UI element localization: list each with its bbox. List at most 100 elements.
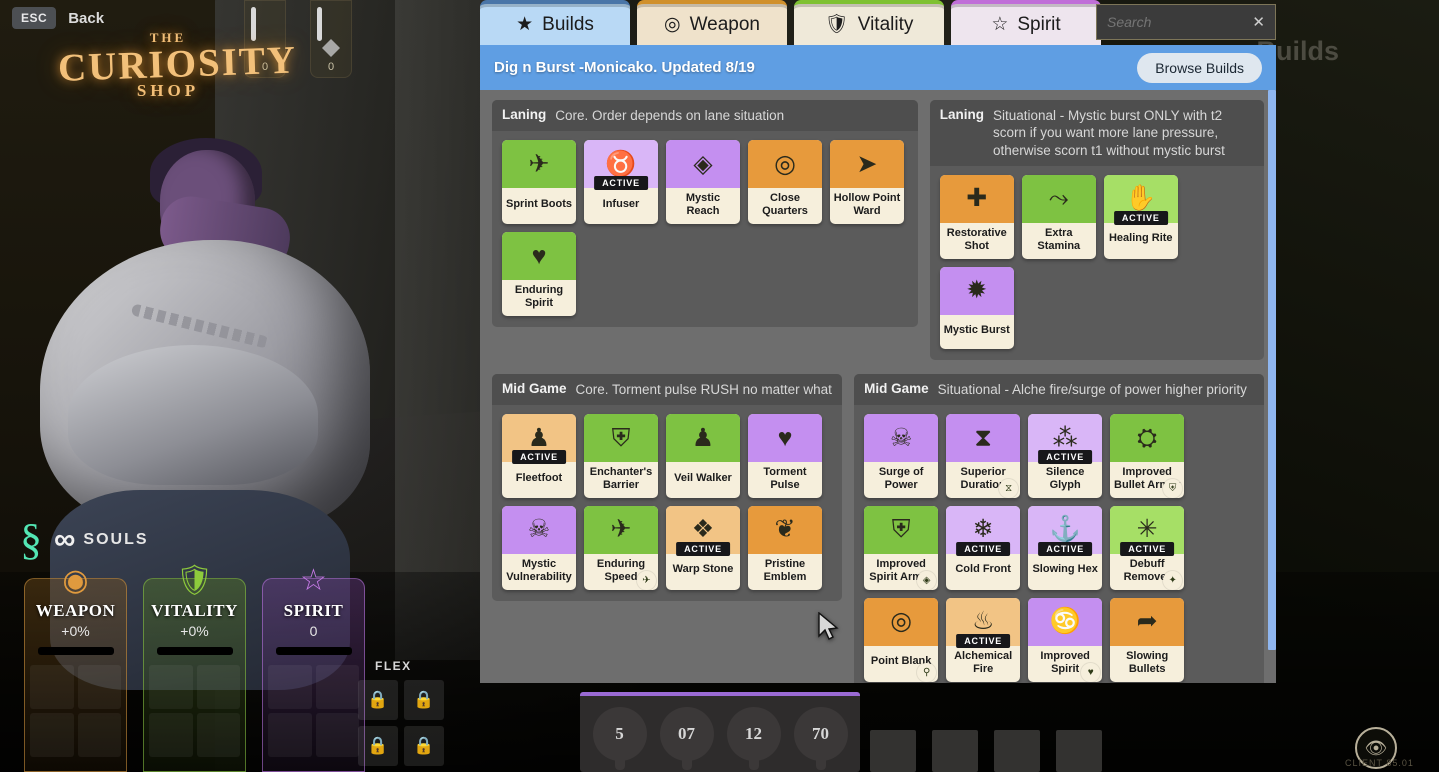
item-card[interactable]: ◈ Mystic Reach — [666, 140, 740, 225]
item-card[interactable]: ♥ Enduring Spirit — [502, 232, 576, 317]
item-card[interactable]: ✳ ACTIVE ✦ Debuff Remover — [1110, 505, 1185, 590]
stat-item-slots[interactable] — [263, 665, 364, 757]
item-art: ➦ — [1110, 597, 1185, 646]
item-name: Fleetfoot — [515, 471, 563, 484]
item-card[interactable]: ♋ ♥ Improved Spirit — [1028, 597, 1103, 682]
tab-spirit[interactable]: ☆ Spirit — [951, 0, 1101, 45]
item-art: ⛨ — [584, 414, 658, 462]
browse-builds-button[interactable]: Browse Builds — [1137, 52, 1262, 83]
item-glyph-icon: ♨ — [971, 607, 995, 636]
item-card[interactable]: ❖ ACTIVE Warp Stone — [666, 505, 740, 590]
stat-bar — [156, 647, 233, 655]
shop-price-item[interactable]: 70 — [793, 707, 848, 770]
item-name: Sprint Boots — [506, 197, 572, 210]
close-icon[interactable]: ✕ — [1252, 13, 1265, 31]
item-card[interactable]: ♟ ACTIVE Fleetfoot — [502, 414, 576, 498]
section-note: Situational - Mystic burst ONLY with t2 … — [993, 108, 1225, 158]
item-card[interactable]: ⧗ ⧖ Superior Duration — [946, 414, 1021, 498]
item-card[interactable]: ⛨ ◈ Improved Spirit Armor — [864, 505, 939, 590]
item-card[interactable]: ♟ Veil Walker — [666, 414, 740, 498]
tab-weapon[interactable]: ◎ Weapon — [637, 0, 787, 45]
build-title: Dig n Burst -Monicako. Updated 8/19 — [494, 59, 755, 76]
inventory-slot[interactable] — [932, 730, 978, 772]
section-items[interactable]: ✚ Restorative Shot ⤳ Extra Stamina ✋ ACTIVE He… — [930, 166, 1264, 360]
back-label[interactable]: Back — [68, 10, 104, 27]
item-card[interactable]: ✈ Sprint Boots — [502, 140, 576, 225]
flex-slots[interactable]: 🔒 🔒 🔒 🔒 — [358, 680, 444, 766]
item-card[interactable]: ➤ Hollow Point Ward — [830, 140, 904, 225]
item-card[interactable]: ⛨ Enchanter's Barrier — [584, 414, 658, 498]
item-art: ✚ — [939, 174, 1014, 223]
stat-item-slots[interactable] — [144, 665, 245, 757]
section-items[interactable]: ☠ Surge of Power ⧗ ⧖ Superior Duration ⁂ ACTIV… — [854, 405, 1264, 683]
item-card[interactable]: ⤳ Extra Stamina — [1021, 174, 1096, 259]
inventory-slots[interactable] — [870, 730, 1102, 772]
shop-price: 07 — [678, 724, 695, 743]
item-card[interactable]: ❦ Pristine Emblem — [748, 505, 822, 590]
tab-builds[interactable]: ★ Builds — [480, 0, 630, 45]
item-art: ♋ — [1028, 597, 1103, 646]
item-card[interactable]: ☠ Mystic Vulnerability — [502, 505, 576, 590]
item-glyph-icon: ⛭ — [1137, 423, 1158, 452]
item-glyph-icon: ☠ — [527, 515, 551, 544]
item-card[interactable]: ✈ ✈ Enduring Speed — [584, 505, 658, 590]
soul-orb-icon: § — [20, 515, 42, 564]
ability-slot-2[interactable]: 0 — [310, 0, 352, 78]
item-name: Mystic Burst — [943, 324, 1010, 337]
inventory-slot[interactable] — [994, 730, 1040, 772]
shop-price-item[interactable]: 12 — [726, 707, 781, 770]
item-name: Infuser — [602, 197, 640, 210]
tab-label: Spirit — [1017, 13, 1061, 35]
item-art: ⛭ — [1110, 414, 1185, 462]
stat-item-slots[interactable] — [25, 665, 126, 757]
lock-icon[interactable]: 🔒 — [404, 680, 444, 720]
lock-icon[interactable]: 🔒 — [358, 680, 398, 720]
section-row-1: Laning Core. Order depends on lane situa… — [492, 100, 1264, 360]
inventory-slot[interactable] — [1056, 730, 1102, 772]
stat-column-weapon[interactable]: ◉ WEAPON +0% — [24, 564, 127, 772]
item-card[interactable]: ◎ ⚲ Point Blank — [864, 597, 939, 682]
escape-back-row[interactable]: ESC Back — [12, 7, 104, 29]
item-glyph-icon: ❄ — [972, 515, 994, 544]
inventory-slot[interactable] — [870, 730, 916, 772]
lock-icon[interactable]: 🔒 — [358, 726, 398, 766]
search-box[interactable]: ✕ — [1096, 4, 1276, 40]
active-badge: ACTIVE — [1038, 450, 1093, 464]
item-card[interactable]: ♥ Torment Pulse — [748, 414, 822, 498]
section-items[interactable]: ✈ Sprint Boots ♉ ACTIVE Infuser ◈ Mystic Reach… — [492, 131, 918, 327]
stat-column-spirit[interactable]: ☆ SPIRIT 0 — [262, 564, 365, 772]
shop-price-bar[interactable]: 5 07 12 70 — [580, 692, 860, 772]
target-icon: ◎ — [663, 14, 681, 35]
item-glyph-icon: ➤ — [856, 149, 878, 178]
item-card[interactable]: ✹ Mystic Burst — [939, 266, 1014, 349]
lock-icon[interactable]: 🔒 — [404, 726, 444, 766]
item-card[interactable]: ✚ Restorative Shot — [939, 174, 1014, 259]
item-card[interactable]: ➦ Slowing Bullets — [1110, 597, 1185, 682]
item-art: ❄ ACTIVE — [946, 505, 1021, 556]
item-name: Enchanter's Barrier — [589, 466, 653, 491]
tab-vitality[interactable]: 🛡 Vitality — [794, 0, 944, 45]
shop-price-item[interactable]: 07 — [659, 707, 714, 770]
shop-price-item[interactable]: 5 — [592, 707, 647, 770]
scrollbar-thumb[interactable] — [1268, 90, 1276, 650]
section-items[interactable]: ♟ ACTIVE Fleetfoot ⛨ Enchanter's Barrier ♟ Vei… — [492, 405, 842, 601]
curiosity-shop-logo: THE CURIOSITY SHOP — [57, 30, 297, 101]
item-card[interactable]: ⚓ ACTIVE Slowing Hex — [1028, 505, 1103, 590]
item-card[interactable]: ⛭ ⛨ Improved Bullet Armor — [1110, 414, 1185, 498]
item-name: Healing Rite — [1108, 232, 1173, 245]
item-art: ➤ — [830, 140, 904, 189]
item-card[interactable]: ❄ ACTIVE Cold Front — [946, 505, 1021, 590]
item-name: Alchemical Fire — [954, 649, 1013, 675]
item-art: ❦ — [748, 505, 822, 554]
item-card[interactable]: ◎ Close Quarters — [748, 140, 822, 225]
item-card[interactable]: ☠ Surge of Power — [864, 414, 939, 498]
item-glyph-icon: ➦ — [1136, 607, 1158, 636]
item-card[interactable]: ✋ ACTIVE Healing Rite — [1103, 174, 1178, 259]
search-input[interactable] — [1107, 14, 1247, 30]
item-card[interactable]: ♉ ACTIVE Infuser — [584, 140, 658, 225]
build-sections-scroll-area[interactable]: Laning Core. Order depends on lane situa… — [480, 90, 1276, 683]
item-card[interactable]: ⁂ ACTIVE Silence Glyph — [1028, 414, 1103, 498]
item-card[interactable]: ♨ ACTIVE Alchemical Fire — [946, 597, 1021, 682]
section-stage: Laning — [939, 107, 985, 122]
stat-column-vitality[interactable]: 🛡 VITALITY +0% — [143, 564, 246, 772]
